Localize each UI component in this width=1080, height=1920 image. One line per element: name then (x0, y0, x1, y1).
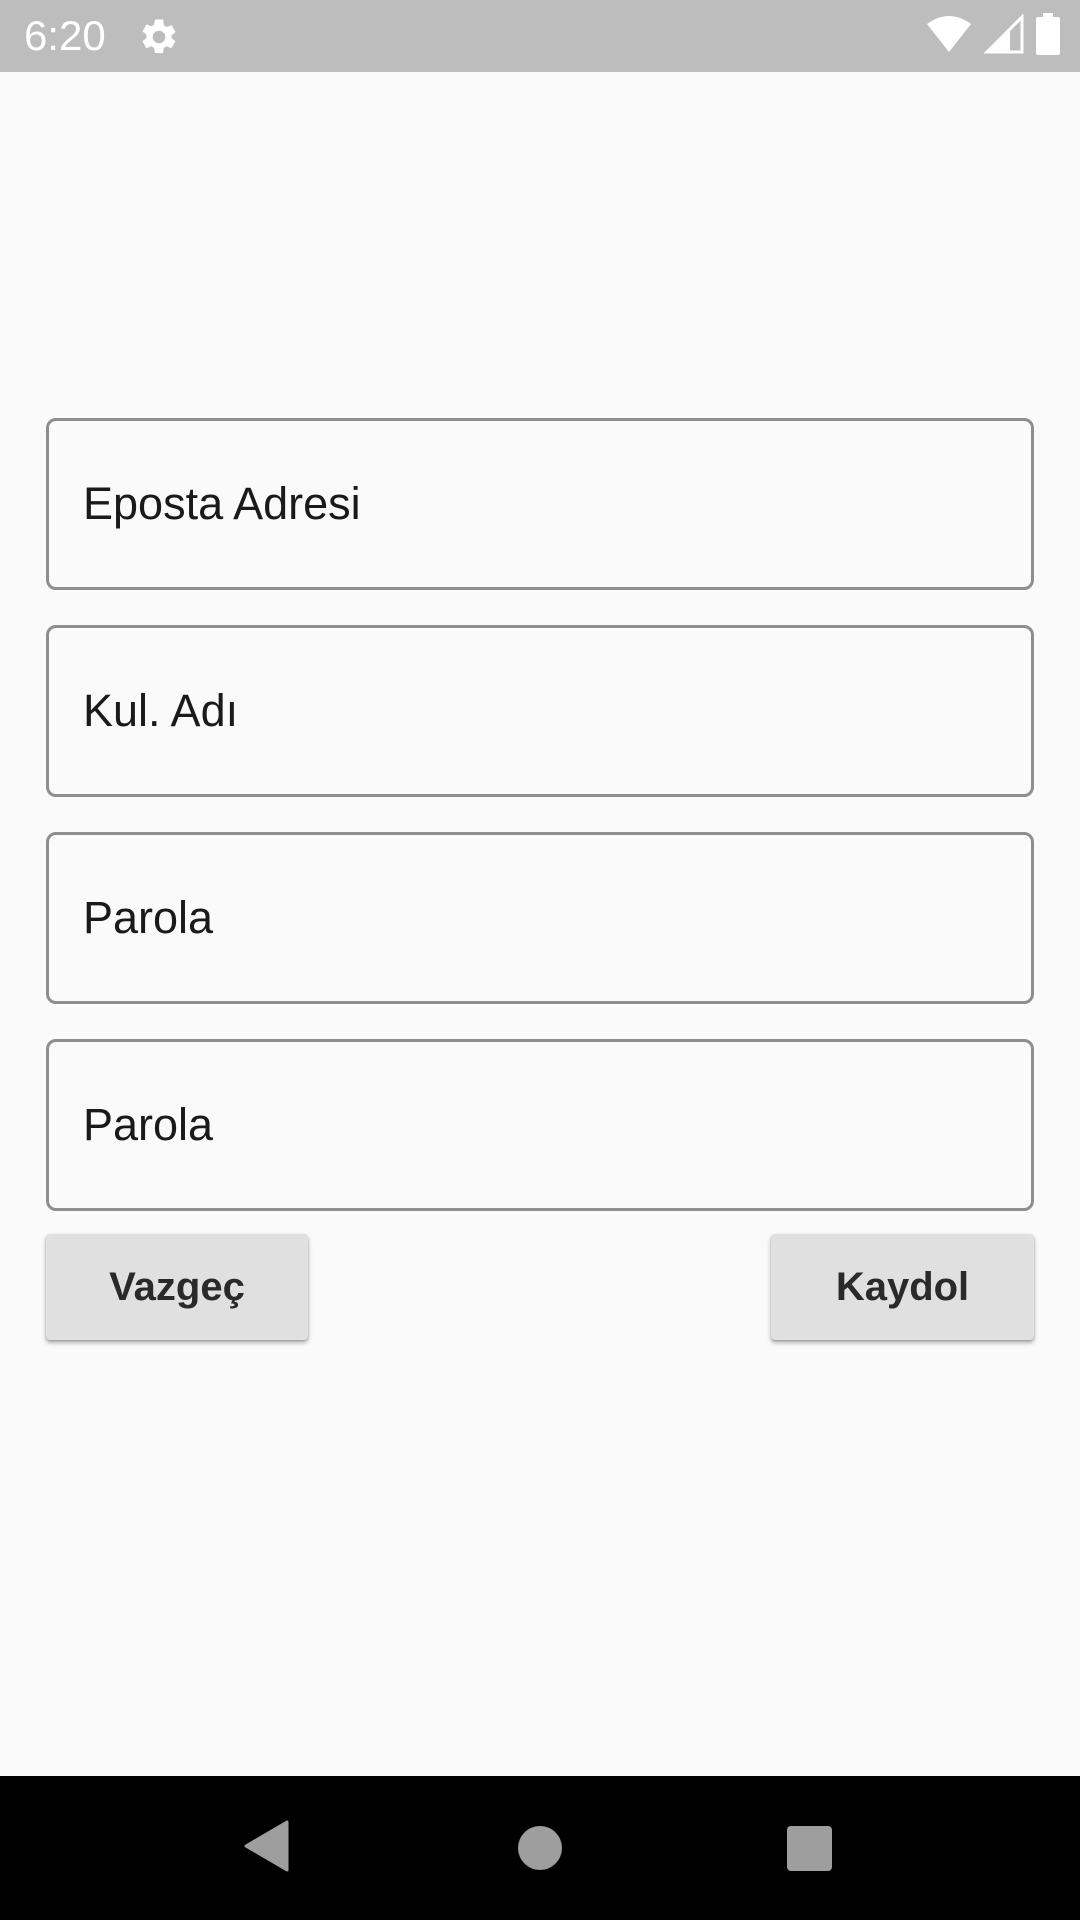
register-button[interactable]: Kaydol (771, 1234, 1034, 1340)
password-confirm-field[interactable]: Parola (46, 1039, 1034, 1211)
email-field[interactable]: Eposta Adresi (46, 418, 1034, 590)
recents-icon[interactable] (787, 1826, 832, 1871)
username-field-placeholder: Kul. Adı (83, 685, 239, 736)
navigation-bar (0, 1776, 1080, 1920)
password-confirm-field-placeholder: Parola (83, 1099, 214, 1150)
wifi-icon (926, 14, 972, 59)
username-field[interactable]: Kul. Adı (46, 625, 1034, 797)
cancel-button[interactable]: Vazgeç (46, 1234, 308, 1340)
status-bar: 6:20 (0, 0, 1080, 72)
battery-icon (1036, 12, 1060, 60)
settings-gear-icon (138, 16, 180, 58)
status-time: 6:20 (24, 12, 106, 59)
status-icons (926, 12, 1060, 60)
password-field[interactable]: Parola (46, 832, 1034, 1004)
cellular-signal-icon (983, 12, 1024, 59)
email-field-placeholder: Eposta Adresi (83, 478, 361, 529)
back-icon[interactable] (243, 1820, 289, 1877)
signup-screen: 6:20 Eposta Adresi Kul. Adı Parola Parol… (0, 0, 1080, 1920)
home-icon[interactable] (518, 1826, 562, 1870)
password-field-placeholder: Parola (83, 892, 214, 943)
